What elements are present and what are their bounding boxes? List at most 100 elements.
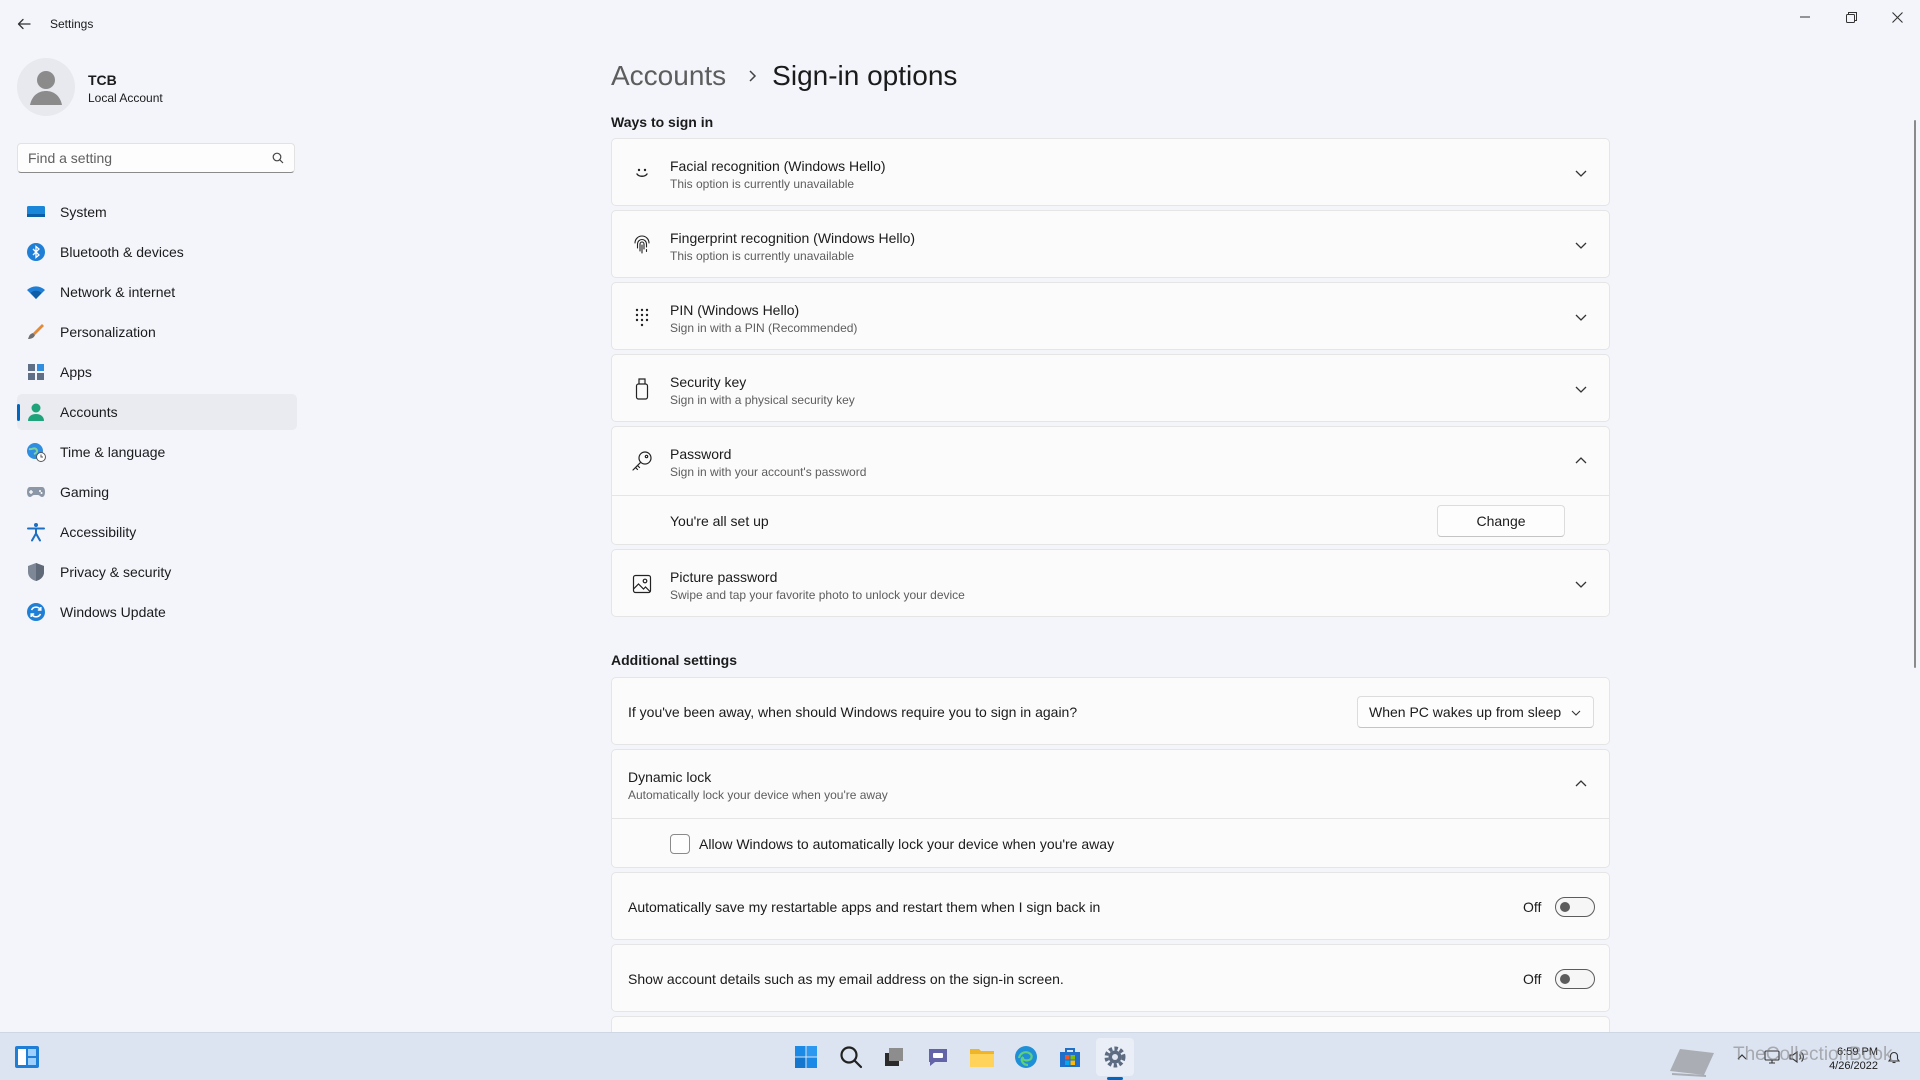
chevron-up-icon[interactable] [1573, 453, 1589, 469]
divider [612, 818, 1609, 819]
chat-icon[interactable] [924, 1043, 952, 1071]
sidebar-item-time-language[interactable]: Time & language [17, 434, 297, 470]
sidebar-item-privacy[interactable]: Privacy & security [17, 554, 297, 590]
option-title: Fingerprint recognition (Windows Hello) [670, 230, 916, 246]
title-bar: Settings [0, 0, 1920, 48]
change-password-button[interactable]: Change [1437, 505, 1565, 537]
sidebar-item-network[interactable]: Network & internet [17, 274, 297, 310]
close-button[interactable] [1876, 6, 1918, 28]
signin-option-facial-recognition[interactable]: Facial recognition (Windows Hello) This … [611, 138, 1610, 206]
file-explorer-icon[interactable] [968, 1043, 996, 1071]
start-icon[interactable] [792, 1043, 820, 1071]
accessibility-icon [27, 523, 45, 542]
chevron-down-icon[interactable] [1573, 165, 1589, 181]
minimize-icon [1800, 16, 1810, 18]
restore-icon [1845, 11, 1857, 23]
sidebar-item-system[interactable]: System [17, 194, 297, 230]
restart-apps-toggle[interactable] [1555, 897, 1595, 917]
option-subtitle: This option is currently unavailable [670, 177, 855, 191]
breadcrumb: Accounts Sign-in options [611, 56, 957, 96]
sidebar-item-bluetooth[interactable]: Bluetooth & devices [17, 234, 297, 270]
settings-icon[interactable] [1101, 1043, 1129, 1071]
sidebar-item-label: Gaming [60, 484, 110, 500]
restore-button[interactable] [1830, 6, 1872, 28]
option-subtitle: Sign in with a PIN (Recommended) [670, 321, 858, 335]
search-icon[interactable] [272, 152, 284, 164]
watermark-text: TheCollectionBook [1733, 1044, 1893, 1065]
wifi-icon [27, 286, 45, 299]
sidebar-item-label: Apps [60, 364, 92, 380]
account-details-label: Show account details such as my email ad… [628, 971, 1064, 987]
require-sign-in-dropdown[interactable]: When PC wakes up from sleep [1357, 696, 1594, 728]
sidebar-item-label: Accessibility [60, 524, 137, 540]
chevron-up-icon[interactable] [1573, 776, 1589, 792]
account-details-toggle[interactable] [1555, 969, 1595, 989]
monitor-icon [27, 206, 45, 217]
sidebar-item-accessibility[interactable]: Accessibility [17, 514, 297, 550]
store-icon[interactable] [1056, 1043, 1084, 1071]
sidebar-item-apps[interactable]: Apps [17, 354, 297, 390]
widgets-icon[interactable] [13, 1043, 41, 1071]
search-icon[interactable] [837, 1043, 865, 1071]
task-view-icon[interactable] [880, 1043, 908, 1071]
back-button[interactable] [12, 12, 36, 36]
dynamic-lock-setting[interactable]: Dynamic lock Automatically lock your dev… [611, 749, 1610, 868]
search-input[interactable] [18, 144, 268, 172]
chevron-down-icon[interactable] [1573, 576, 1589, 592]
option-subtitle: Sign in with your account's password [670, 465, 867, 479]
chevron-down-icon[interactable] [1573, 381, 1589, 397]
sidebar-item-windows-update[interactable]: Windows Update [17, 594, 297, 630]
signin-option-password[interactable]: Password Sign in with your account's pas… [611, 426, 1610, 545]
next-setting-card [611, 1016, 1610, 1032]
gamepad-icon [27, 487, 45, 497]
avatar [17, 58, 75, 116]
signin-option-picture-password[interactable]: Picture password Swipe and tap your favo… [611, 549, 1610, 617]
taskbar: 6:59 PM 4/26/2022 [0, 1032, 1920, 1080]
signin-option-fingerprint[interactable]: Fingerprint recognition (Windows Hello) … [611, 210, 1610, 278]
sidebar-item-label: Accounts [60, 404, 118, 420]
brush-icon [28, 324, 44, 339]
person-icon [28, 403, 44, 421]
option-subtitle: Swipe and tap your favorite photo to unl… [670, 588, 965, 602]
account-type: Local Account [88, 91, 163, 105]
breadcrumb-accounts[interactable]: Accounts [611, 60, 726, 92]
sidebar-item-label: System [60, 204, 107, 220]
divider [612, 495, 1609, 496]
chevron-down-icon[interactable] [1573, 237, 1589, 253]
bluetooth-icon [27, 243, 45, 261]
restart-apps-label: Automatically save my restartable apps a… [628, 899, 1101, 915]
dynamic-lock-title: Dynamic lock [628, 769, 712, 785]
usb-key-icon [630, 377, 654, 401]
signin-option-security-key[interactable]: Security key Sign in with a physical sec… [611, 354, 1610, 422]
minimize-button[interactable] [1784, 6, 1826, 28]
sidebar-item-accounts[interactable]: Accounts [17, 394, 297, 430]
sidebar-item-label: Windows Update [60, 604, 166, 620]
pin-keypad-icon [630, 305, 654, 329]
edge-icon[interactable] [1012, 1043, 1040, 1071]
require-sign-in-setting: If you've been away, when should Windows… [611, 677, 1610, 745]
sidebar-nav: System Bluetooth & devices Network & int… [17, 194, 297, 634]
chevron-right-icon [748, 69, 758, 83]
option-title: Facial recognition (Windows Hello) [670, 158, 886, 174]
sidebar-item-label: Network & internet [60, 284, 176, 300]
fingerprint-icon [630, 233, 654, 257]
restart-apps-setting: Automatically save my restartable apps a… [611, 872, 1610, 940]
signin-option-pin[interactable]: PIN (Windows Hello) Sign in with a PIN (… [611, 282, 1610, 350]
chevron-down-icon[interactable] [1573, 309, 1589, 325]
section-additional-settings: Additional settings [611, 652, 737, 668]
sidebar-item-gaming[interactable]: Gaming [17, 474, 297, 510]
shield-icon [28, 563, 44, 581]
scrollbar[interactable] [1914, 120, 1916, 668]
sidebar-item-label: Bluetooth & devices [60, 244, 184, 260]
globe-clock-icon [27, 443, 46, 462]
sidebar-item-personalization[interactable]: Personalization [17, 314, 297, 350]
app-title: Settings [50, 17, 94, 31]
account-details-state: Off [1523, 971, 1542, 987]
sidebar-item-label: Privacy & security [60, 564, 172, 580]
user-profile[interactable]: TCB Local Account [17, 58, 277, 138]
key-icon [630, 449, 654, 473]
dynamic-lock-checkbox[interactable] [670, 834, 690, 854]
close-icon [1891, 11, 1903, 23]
dynamic-lock-checkbox-label[interactable]: Allow Windows to automatically lock your… [699, 836, 1114, 852]
person-avatar-icon [30, 71, 62, 105]
